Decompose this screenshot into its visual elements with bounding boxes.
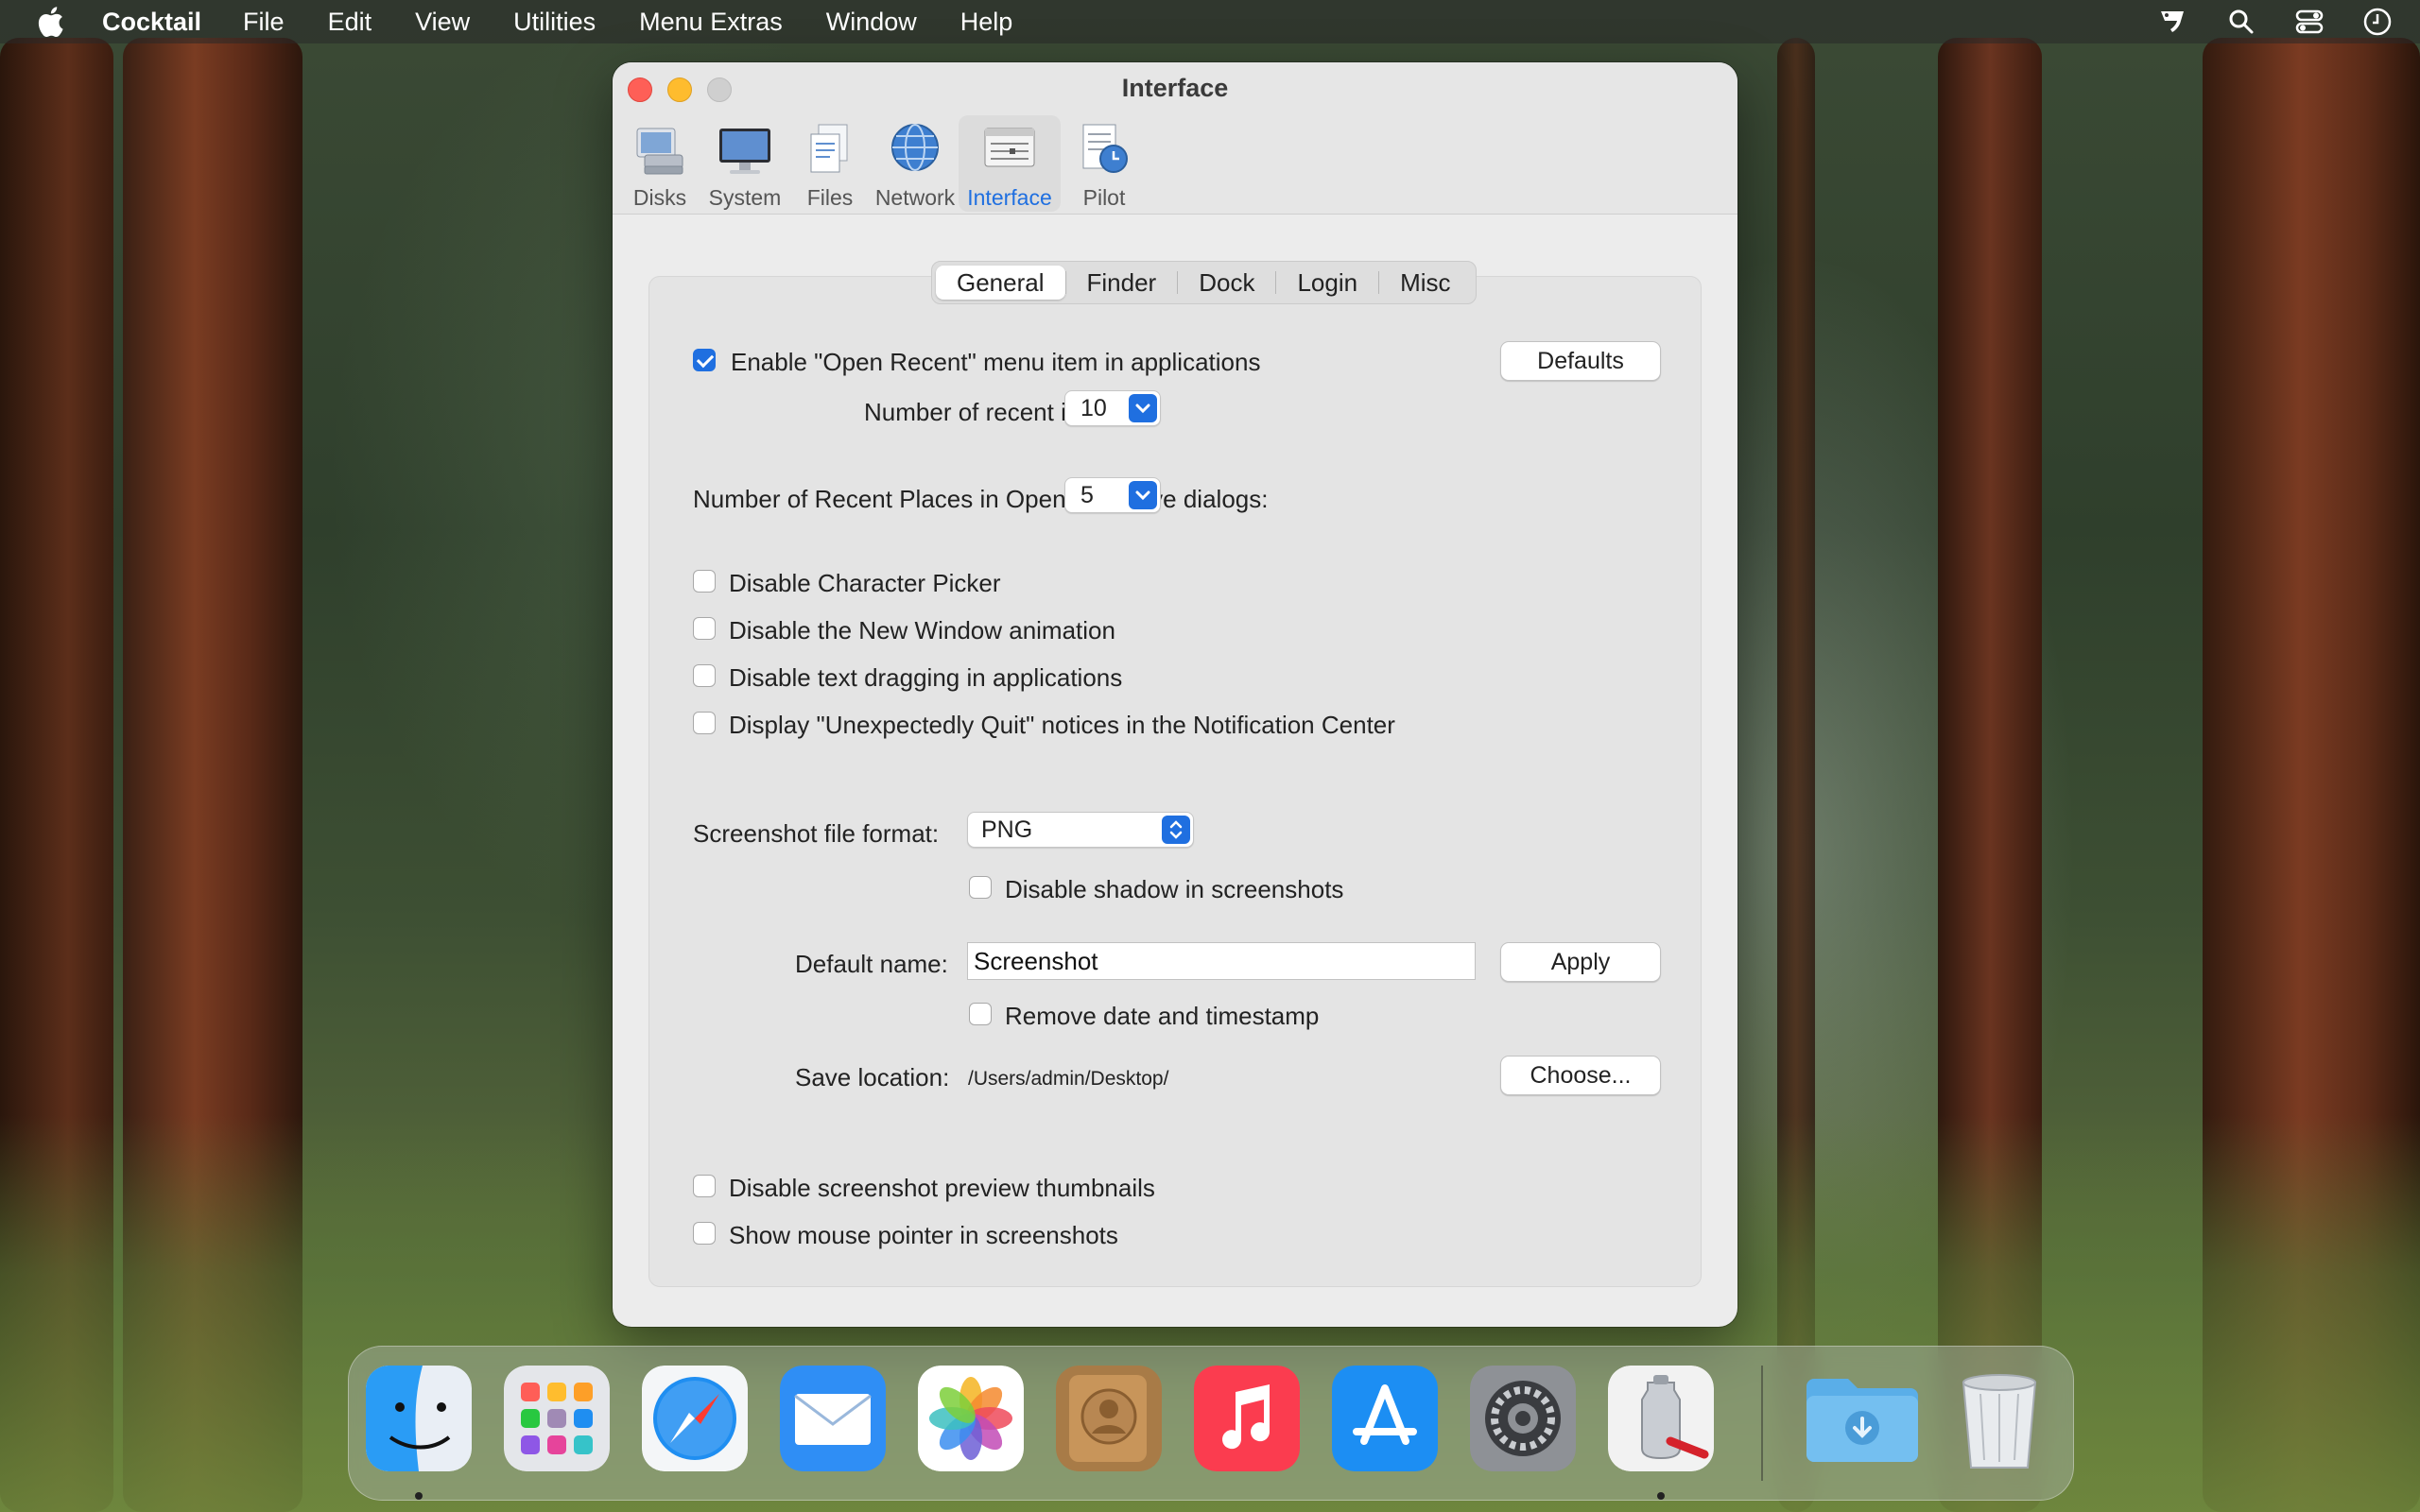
recent-items-value: 10 [1080,395,1107,421]
show-pointer-label: Show mouse pointer in screenshots [729,1221,1118,1249]
menu-help[interactable]: Help [960,8,1013,37]
menu-app-name[interactable]: Cocktail [102,8,201,37]
toolbar-files[interactable]: Files [788,115,872,212]
menu-window[interactable]: Window [826,8,917,37]
unexpectedly-quit-notices-label: Display "Unexpectedly Quit" notices in t… [729,711,1395,739]
open-recent-checkbox[interactable] [693,349,716,371]
finder-icon[interactable] [366,1366,472,1471]
search-icon[interactable] [2225,6,2257,38]
menu-bar: Cocktail File Edit View Utilities Menu E… [0,0,2420,43]
default-name-label: Default name: [795,950,948,978]
recent-places-popup[interactable]: 5 [1064,477,1161,513]
tab-general[interactable]: General [936,266,1065,300]
default-name-field[interactable]: Screenshot [967,942,1476,980]
screenshot-format-popup[interactable]: PNG [967,812,1194,848]
disable-new-window-animation-checkbox[interactable] [693,617,716,640]
recent-places-label: Number of Recent Places in Open and Save… [693,485,1269,513]
safari-icon[interactable] [642,1366,748,1471]
choose-button[interactable]: Choose... [1500,1056,1661,1095]
disks-icon [636,128,683,175]
system-settings-icon[interactable] [1470,1366,1576,1471]
pilot-icon [1082,124,1128,173]
recent-places-value: 5 [1080,482,1094,508]
toolbar: Disks System Files Network Interface Pil… [618,115,1148,212]
disable-shadow-checkbox[interactable] [969,876,992,899]
menu-menu-extras[interactable]: Menu Extras [639,8,783,37]
recent-items-popup[interactable]: 10 [1064,390,1161,426]
menu-edit[interactable]: Edit [328,8,372,37]
dock-separator [1761,1366,1763,1481]
toolbar-network-label: Network [874,185,956,210]
toolbar-system-label: System [708,185,782,210]
launchpad-icon[interactable] [504,1366,610,1471]
save-location-label: Save location: [795,1063,950,1091]
apply-button[interactable]: Apply [1500,942,1661,982]
apple-icon[interactable] [36,6,64,38]
window-title: Interface [1121,74,1229,102]
running-indicator [415,1492,423,1500]
chevron-down-icon [1129,481,1157,509]
menu-view[interactable]: View [415,8,470,37]
music-icon[interactable] [1194,1366,1300,1471]
cocktail-menu-extra-icon[interactable] [2157,6,2189,38]
system-icon [719,129,770,174]
show-pointer-checkbox[interactable] [693,1222,716,1245]
clock-icon[interactable] [2361,6,2394,38]
remove-date-label: Remove date and timestamp [1005,1002,1320,1030]
toolbar-pilot[interactable]: Pilot [1063,115,1146,212]
menu-utilities[interactable]: Utilities [513,8,596,37]
control-center-icon[interactable] [2293,6,2325,38]
disable-thumbnails-checkbox[interactable] [693,1175,716,1197]
photos-icon[interactable] [918,1366,1024,1471]
trash-icon[interactable] [1946,1366,2052,1471]
cocktail-window: Interface Disks System Files Network Int… [613,62,1737,1327]
disable-character-picker-checkbox[interactable] [693,570,716,593]
toolbar-system[interactable]: System [703,115,786,212]
tab-misc[interactable]: Misc [1379,266,1471,300]
disable-text-dragging-label: Disable text dragging in applications [729,663,1123,692]
tab-login[interactable]: Login [1276,266,1378,300]
tab-finder[interactable]: Finder [1066,266,1178,300]
disable-new-window-animation-label: Disable the New Window animation [729,616,1115,644]
toolbar-network[interactable]: Network [873,115,957,212]
remove-date-checkbox[interactable] [969,1003,992,1025]
toolbar-interface-label: Interface [967,185,1052,210]
general-pane: General Finder Dock Login Misc Enable "O… [648,261,1702,1287]
toolbar-interface[interactable]: Interface [959,115,1061,212]
defaults-button[interactable]: Defaults [1500,341,1661,381]
open-recent-label: Enable "Open Recent" menu item in applic… [731,348,1261,376]
disable-shadow-label: Disable shadow in screenshots [1005,875,1344,903]
network-icon [891,124,939,171]
chevron-updown-icon [1162,816,1190,844]
interface-icon [984,128,1035,167]
chevron-down-icon [1129,394,1157,422]
save-location-path: /Users/admin/Desktop/ [968,1068,1169,1090]
running-indicator [1657,1492,1665,1500]
toolbar-disks[interactable]: Disks [618,115,701,212]
unexpectedly-quit-notices-checkbox[interactable] [693,712,716,734]
toolbar-pilot-label: Pilot [1082,185,1126,210]
tab-dock[interactable]: Dock [1178,266,1275,300]
toolbar-files-label: Files [806,185,854,210]
disable-thumbnails-label: Disable screenshot preview thumbnails [729,1174,1155,1202]
disable-text-dragging-checkbox[interactable] [693,664,716,687]
tab-bar: General Finder Dock Login Misc [931,261,1477,304]
toolbar-disks-label: Disks [632,185,687,210]
downloads-folder-icon[interactable] [1801,1366,1924,1471]
screenshot-format-value: PNG [981,816,1033,843]
cocktail-icon[interactable] [1608,1366,1714,1471]
screenshot-format-label: Screenshot file format: [693,819,940,848]
app-store-icon[interactable] [1332,1366,1438,1471]
disable-character-picker-label: Disable Character Picker [729,569,1001,597]
contacts-icon[interactable] [1056,1366,1162,1471]
files-icon [810,124,848,173]
dock [348,1346,2074,1501]
window-titlebar: Interface Disks System Files Network Int… [613,62,1737,215]
mail-icon[interactable] [780,1366,886,1471]
menu-file[interactable]: File [243,8,285,37]
